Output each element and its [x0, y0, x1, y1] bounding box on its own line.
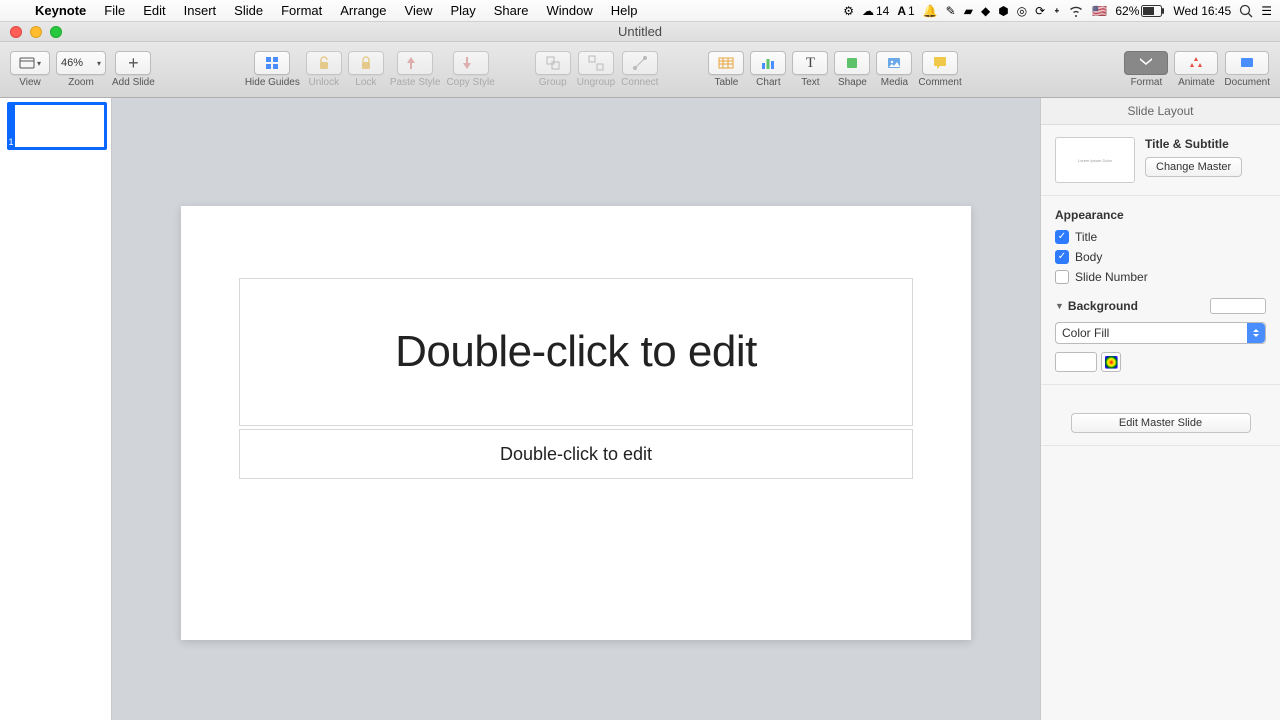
- chart-button[interactable]: Chart: [750, 51, 786, 88]
- spotlight-icon[interactable]: [1239, 4, 1253, 18]
- menu-share[interactable]: Share: [485, 3, 538, 18]
- menu-arrange[interactable]: Arrange: [331, 3, 395, 18]
- toolbar: ▾ View 46% ▾ Zoom + Add Slide Hide Guide…: [0, 42, 1280, 98]
- document-tab[interactable]: Document: [1224, 51, 1270, 88]
- menu-view[interactable]: View: [396, 3, 442, 18]
- text-button[interactable]: T Text: [792, 51, 828, 88]
- sync-icon[interactable]: ⟳: [1035, 4, 1045, 18]
- status-icon-3[interactable]: ◆: [981, 4, 990, 18]
- menu-file[interactable]: File: [95, 3, 134, 18]
- menu-edit[interactable]: Edit: [134, 3, 174, 18]
- view-button[interactable]: ▾ View: [10, 51, 50, 88]
- status-icon[interactable]: ⚙: [843, 4, 854, 18]
- unlock-button[interactable]: Unlock: [306, 51, 342, 88]
- master-thumbnail: Lorem Ipsum Dolor: [1055, 137, 1135, 183]
- macos-menubar: Keynote File Edit Insert Slide Format Ar…: [0, 0, 1280, 22]
- hide-guides-button[interactable]: Hide Guides: [245, 51, 300, 88]
- menu-help[interactable]: Help: [602, 3, 647, 18]
- body-placeholder[interactable]: Double-click to edit: [239, 429, 913, 479]
- evernote-icon[interactable]: ▰: [964, 4, 973, 18]
- slide-number-checkbox-label: Slide Number: [1075, 270, 1148, 284]
- background-disclosure[interactable]: ▼: [1055, 301, 1064, 311]
- clock[interactable]: Wed 16:45: [1173, 4, 1231, 18]
- title-placeholder[interactable]: Double-click to edit: [239, 278, 913, 426]
- change-master-button[interactable]: Change Master: [1145, 157, 1242, 177]
- window-title: Untitled: [618, 24, 662, 39]
- slide-canvas[interactable]: Double-click to edit Double-click to edi…: [181, 206, 971, 640]
- master-name: Title & Subtitle: [1145, 137, 1266, 151]
- comment-button[interactable]: Comment: [918, 51, 961, 88]
- notification-center-icon[interactable]: ☰: [1261, 4, 1272, 18]
- zoom-dropdown[interactable]: 46% ▾ Zoom: [56, 51, 106, 88]
- body-checkbox[interactable]: [1055, 250, 1069, 264]
- slide-navigator[interactable]: 1: [0, 98, 112, 720]
- menu-play[interactable]: Play: [441, 3, 484, 18]
- body-checkbox-label: Body: [1075, 250, 1102, 264]
- slide-thumbnail-1[interactable]: 1: [12, 102, 107, 150]
- title-checkbox-label: Title: [1075, 230, 1097, 244]
- lock-button[interactable]: Lock: [348, 51, 384, 88]
- window-zoom-button[interactable]: [50, 26, 62, 38]
- edit-master-slide-button[interactable]: Edit Master Slide: [1071, 413, 1251, 433]
- adobe-icon[interactable]: A 1: [897, 4, 914, 18]
- group-button[interactable]: Group: [535, 51, 571, 88]
- paste-style-button[interactable]: Paste Style: [390, 51, 441, 88]
- shape-button[interactable]: Shape: [834, 51, 870, 88]
- connect-button[interactable]: Connect: [621, 51, 658, 88]
- inspector-header: Slide Layout: [1041, 98, 1280, 125]
- menu-format[interactable]: Format: [272, 3, 331, 18]
- title-checkbox[interactable]: [1055, 230, 1069, 244]
- menu-insert[interactable]: Insert: [175, 3, 226, 18]
- wifi-icon[interactable]: [1068, 5, 1084, 17]
- background-label: Background: [1068, 299, 1138, 313]
- window-titlebar: Untitled: [0, 22, 1280, 42]
- window-minimize-button[interactable]: [30, 26, 42, 38]
- window-close-button[interactable]: [10, 26, 22, 38]
- table-button[interactable]: Table: [708, 51, 744, 88]
- slide-number-checkbox[interactable]: [1055, 270, 1069, 284]
- input-flag[interactable]: 🇺🇸: [1092, 4, 1107, 18]
- slide-canvas-area: Double-click to edit Double-click to edi…: [112, 98, 1040, 720]
- background-swatch[interactable]: [1210, 298, 1266, 314]
- status-icon-5[interactable]: ◎: [1017, 4, 1027, 18]
- inspector-panel: Slide Layout Lorem Ipsum Dolor Title & S…: [1040, 98, 1280, 720]
- app-menu[interactable]: Keynote: [26, 3, 95, 18]
- color-picker-button[interactable]: [1101, 352, 1121, 372]
- status-icon-4[interactable]: ⬢: [998, 4, 1008, 18]
- copy-style-button[interactable]: Copy Style: [446, 51, 494, 88]
- animate-tab[interactable]: Animate: [1174, 51, 1218, 88]
- add-slide-button[interactable]: + Add Slide: [112, 51, 155, 88]
- bluetooth-icon[interactable]: ᛭: [1053, 4, 1060, 18]
- format-tab[interactable]: Format: [1124, 51, 1168, 88]
- status-icon-2[interactable]: ✎: [946, 4, 956, 18]
- notification-icon[interactable]: 🔔: [923, 4, 938, 18]
- creative-cloud-icon[interactable]: ☁ 14: [862, 4, 889, 18]
- menu-window[interactable]: Window: [537, 3, 601, 18]
- appearance-heading: Appearance: [1055, 208, 1266, 222]
- fill-color-well[interactable]: [1055, 352, 1097, 372]
- ungroup-button[interactable]: Ungroup: [577, 51, 615, 88]
- menu-slide[interactable]: Slide: [225, 3, 272, 18]
- fill-type-select[interactable]: Color Fill: [1055, 322, 1266, 344]
- battery-status[interactable]: 62%: [1115, 4, 1165, 18]
- media-button[interactable]: Media: [876, 51, 912, 88]
